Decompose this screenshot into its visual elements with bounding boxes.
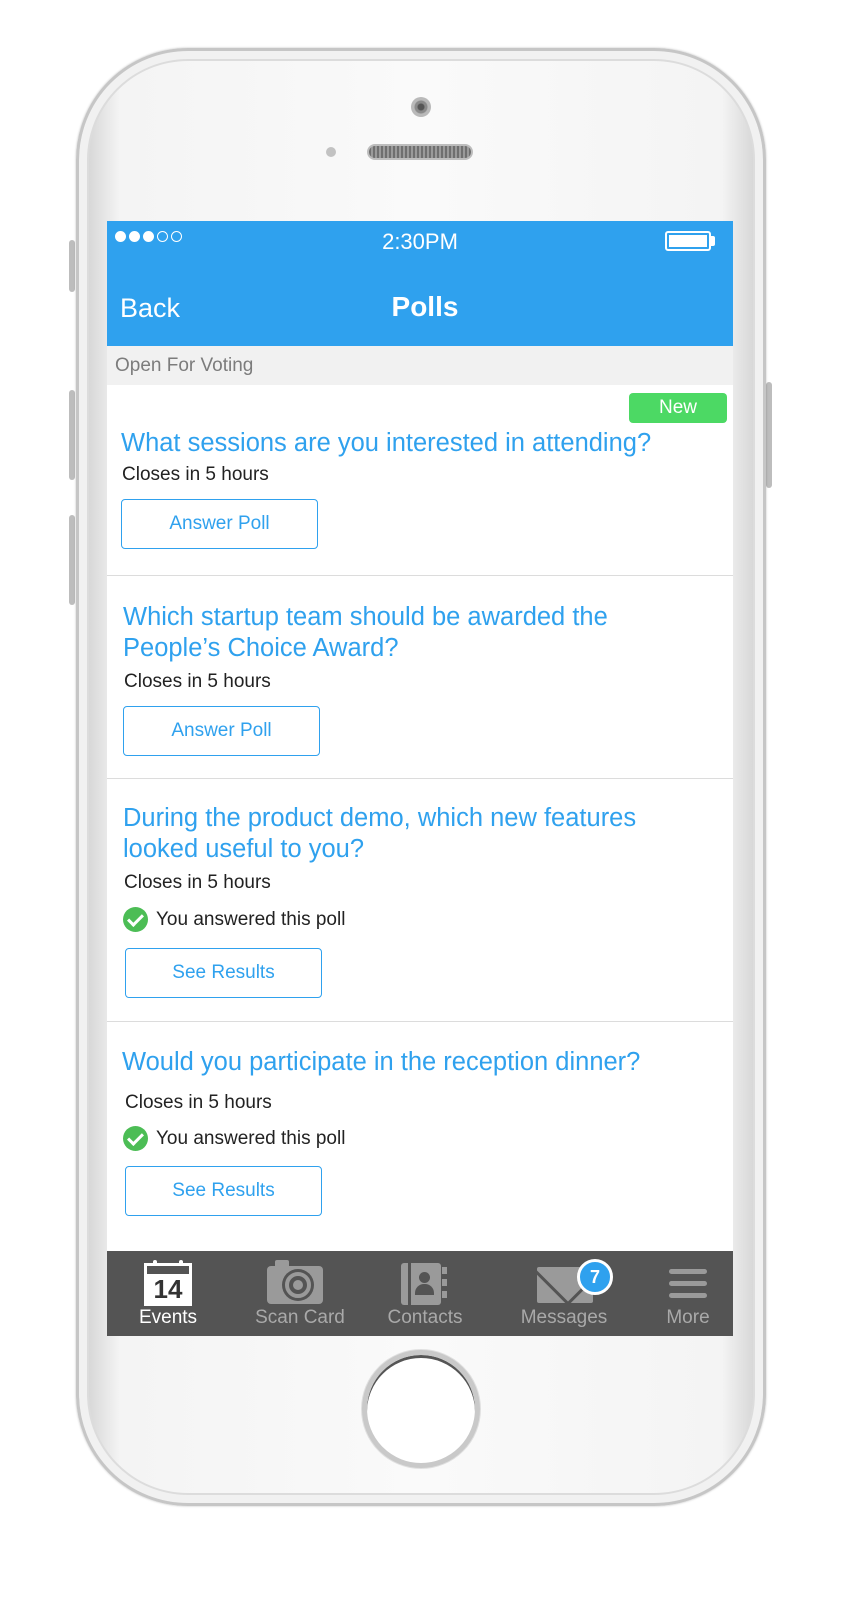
- poll-closing-time: Closes in 5 hours: [124, 671, 271, 692]
- poll-question[interactable]: Would you participate in the reception d…: [122, 1047, 712, 1078]
- app-screen: 2:30PM Back Polls Open For Voting New Wh…: [107, 221, 733, 1336]
- poll-closing-time: Closes in 5 hours: [122, 464, 269, 485]
- home-button[interactable]: [362, 1350, 480, 1468]
- checkmark-icon: [123, 907, 148, 932]
- contact-tabs: [442, 1267, 447, 1301]
- answer-poll-button[interactable]: Answer Poll: [123, 706, 320, 756]
- poll-card: Which startup team should be awarded the…: [107, 576, 733, 779]
- answer-poll-button[interactable]: Answer Poll: [121, 499, 318, 549]
- tab-more[interactable]: More: [653, 1251, 723, 1336]
- tab-events[interactable]: 14 Events: [119, 1251, 217, 1336]
- tab-label: Messages: [520, 1307, 608, 1328]
- calendar-date: 14: [153, 1274, 183, 1304]
- battery-fill: [669, 235, 707, 247]
- answered-status: You answered this poll: [123, 1126, 345, 1151]
- battery-icon: [665, 231, 711, 251]
- silent-switch: [69, 240, 75, 292]
- checkmark-icon: [123, 1126, 148, 1151]
- volume-down-button: [69, 515, 75, 605]
- earpiece-speaker: [367, 144, 473, 160]
- front-camera-icon: [411, 97, 431, 117]
- camera-lens: [285, 1272, 311, 1298]
- tab-label: Scan Card: [255, 1307, 345, 1328]
- camera-icon: [267, 1260, 323, 1304]
- battery-tip: [711, 236, 715, 246]
- answered-text: You answered this poll: [156, 1127, 346, 1149]
- poll-question[interactable]: During the product demo, which new featu…: [123, 803, 693, 865]
- calendar-header: [147, 1266, 189, 1274]
- tab-contacts[interactable]: Contacts: [375, 1251, 475, 1336]
- answered-text: You answered this poll: [156, 908, 346, 930]
- new-badge: New: [629, 393, 727, 423]
- answered-status: You answered this poll: [123, 907, 345, 932]
- poll-card: Would you participate in the reception d…: [107, 1022, 733, 1251]
- hamburger-line: [669, 1281, 707, 1286]
- tab-messages[interactable]: 7 Messages: [509, 1251, 619, 1336]
- contacts-book-icon: [401, 1263, 447, 1305]
- contact-torso: [415, 1284, 434, 1295]
- poll-closing-time: Closes in 5 hours: [125, 1092, 272, 1113]
- poll-closing-time: Closes in 5 hours: [124, 872, 271, 893]
- poll-card: New What sessions are you interested in …: [107, 385, 733, 576]
- unread-count-badge: 7: [577, 1259, 613, 1295]
- calendar-icon: 14: [144, 1260, 192, 1306]
- hamburger-line: [669, 1269, 707, 1274]
- tab-bar: 14 Events Scan Card Contacts 7 Messages: [107, 1251, 733, 1336]
- poll-card: During the product demo, which new featu…: [107, 779, 733, 1022]
- tab-label: More: [666, 1307, 710, 1328]
- see-results-button[interactable]: See Results: [125, 948, 322, 998]
- contact-head: [419, 1272, 430, 1283]
- poll-question[interactable]: Which startup team should be awarded the…: [123, 602, 683, 664]
- see-results-button[interactable]: See Results: [125, 1166, 322, 1216]
- app-header: 2:30PM Back Polls: [107, 221, 733, 346]
- poll-question[interactable]: What sessions are you interested in atte…: [121, 428, 711, 459]
- page-title: Polls: [391, 291, 459, 322]
- tab-label: Events: [138, 1307, 198, 1328]
- tab-label: Contacts: [387, 1307, 463, 1328]
- hamburger-icon: [669, 1269, 707, 1299]
- proximity-sensor: [326, 147, 336, 157]
- hamburger-line: [669, 1293, 707, 1298]
- status-time: 2:30PM: [382, 229, 458, 254]
- tab-scan-card[interactable]: Scan Card: [247, 1251, 353, 1336]
- volume-up-button: [69, 390, 75, 480]
- section-header: Open For Voting: [107, 346, 733, 385]
- power-button: [766, 382, 772, 488]
